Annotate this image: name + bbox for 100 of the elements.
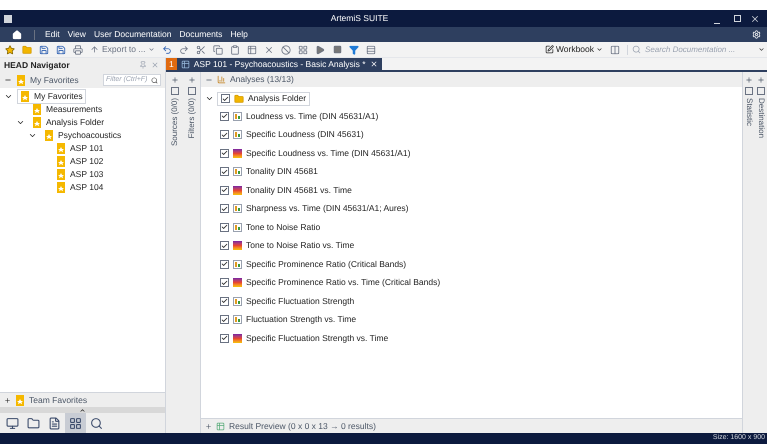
- tab-title: ASP 101 - Psychoacoustics - Basic Analysis *: [194, 58, 366, 70]
- pen-icon: [544, 45, 554, 54]
- grid-icon: [69, 416, 82, 430]
- menu-item[interactable]: Documents: [175, 28, 226, 41]
- add-icon[interactable]: [205, 422, 212, 430]
- expand-icon[interactable]: [79, 407, 86, 414]
- add-icon[interactable]: [745, 76, 753, 84]
- side-tab[interactable]: Sources (0/0): [168, 98, 180, 146]
- tree-item[interactable]: ASP 102: [53, 154, 106, 169]
- tab-number: 1: [166, 58, 177, 70]
- side-tab[interactable]: Statistic: [743, 98, 755, 126]
- tree-item[interactable]: ASP 104: [53, 180, 106, 195]
- add-icon[interactable]: [4, 396, 11, 404]
- favorite-folder-icon: [56, 156, 66, 167]
- analysis-item[interactable]: Fluctuation Strength vs. Time: [246, 313, 356, 326]
- analysis-item[interactable]: Specific Fluctuation Strength: [246, 294, 354, 308]
- caret-icon: [148, 46, 156, 53]
- analysis-item[interactable]: Loudness vs. Time (DIN 45631/A1): [246, 110, 378, 123]
- bar-chart-icon: [233, 167, 242, 176]
- analysis-item[interactable]: Specific Prominence Ratio (Critical Bands): [246, 258, 406, 271]
- checkbox[interactable]: [220, 241, 229, 250]
- spectrogram-icon: [233, 241, 242, 250]
- expander-icon[interactable]: [15, 118, 25, 127]
- analysis-item[interactable]: Tone to Noise Ratio vs. Time: [246, 239, 354, 252]
- checkbox[interactable]: [220, 315, 229, 324]
- menu-item[interactable]: Help: [226, 28, 252, 41]
- checkbox[interactable]: [220, 278, 229, 288]
- analysis-item[interactable]: Tonality DIN 45681 vs. Time: [246, 184, 352, 197]
- checkbox[interactable]: [220, 186, 229, 195]
- close-icon[interactable]: [370, 60, 378, 68]
- bar-chart-icon: [233, 296, 242, 306]
- analyses-title: Analyses (13/13): [230, 73, 294, 86]
- arrow-up-icon: [90, 45, 99, 54]
- analysis-item[interactable]: Specific Loudness (DIN 45631): [246, 128, 364, 142]
- analysis-item[interactable]: Tone to Noise Ratio: [246, 220, 320, 234]
- checkbox[interactable]: [220, 204, 229, 214]
- search-icon: [151, 76, 158, 84]
- document-tab[interactable]: 1 ASP 101 - Psychoacoustics - Basic Analysis *: [166, 58, 382, 70]
- analysis-item[interactable]: Tonality DIN 45681: [246, 165, 318, 178]
- expander-icon[interactable]: [3, 92, 13, 101]
- window-title: ArtemiS SUITE: [330, 12, 390, 25]
- search-icon: [632, 45, 641, 54]
- tree-item[interactable]: Analysis Folder: [217, 92, 310, 106]
- result-preview-label: Result Preview (0 x 0 x 13 → 0 results): [229, 420, 376, 432]
- tree-item[interactable]: ASP 101: [53, 141, 106, 156]
- bar-chart-icon: [233, 112, 242, 121]
- panel-icon: [170, 87, 178, 95]
- tree-item[interactable]: Psychoacoustics: [41, 128, 124, 143]
- favorites-label: My Favorites: [30, 74, 80, 86]
- menu-item[interactable]: User Documentation: [90, 28, 176, 41]
- checkbox[interactable]: [220, 167, 229, 176]
- close-icon: [750, 14, 760, 24]
- expander-icon[interactable]: [27, 131, 37, 140]
- navigator-tab[interactable]: [65, 413, 86, 433]
- add-icon[interactable]: [757, 76, 765, 84]
- menu-item[interactable]: Edit: [41, 28, 64, 41]
- add-icon[interactable]: [188, 76, 196, 84]
- checkbox[interactable]: [220, 148, 229, 158]
- checkbox[interactable]: [220, 260, 229, 269]
- analysis-item[interactable]: Specific Loudness vs. Time (DIN 45631/A1): [246, 146, 410, 160]
- document-icon: [48, 416, 61, 430]
- checkbox[interactable]: [220, 112, 229, 121]
- analysis-item[interactable]: Specific Prominence Ratio vs. Time (Critical Bands): [246, 276, 440, 290]
- tree-item[interactable]: Measurements: [29, 102, 106, 117]
- side-tab[interactable]: Filters (0/0): [186, 98, 198, 138]
- bar-chart-icon: [233, 204, 242, 214]
- spectrogram-icon: [233, 148, 242, 158]
- add-icon[interactable]: [170, 76, 178, 84]
- checkbox[interactable]: [220, 130, 229, 140]
- favorite-folder-icon: [15, 394, 25, 406]
- tree-item[interactable]: Analysis Folder: [29, 115, 108, 130]
- expander-icon[interactable]: [205, 94, 214, 103]
- checkbox[interactable]: [220, 296, 229, 306]
- favorite-folder-icon: [56, 143, 66, 154]
- tree-item[interactable]: My Favorites: [17, 89, 86, 104]
- checkbox[interactable]: [220, 222, 229, 232]
- monitor-icon: [6, 416, 19, 430]
- search-icon: [90, 416, 103, 430]
- favorite-folder-icon: [20, 91, 30, 102]
- bar-chart-icon: [217, 75, 226, 84]
- side-tab[interactable]: Destination: [755, 98, 767, 138]
- team-favorites-label: Team Favorites: [29, 394, 88, 406]
- dropdown-icon[interactable]: [758, 46, 765, 53]
- favorite-folder-icon: [32, 104, 42, 115]
- bar-chart-icon: [233, 260, 242, 269]
- tree-item[interactable]: ASP 103: [53, 167, 106, 182]
- panel-title: HEAD Navigator: [4, 58, 71, 72]
- spectrogram-icon: [233, 334, 242, 343]
- favorite-folder-icon: [32, 117, 42, 128]
- favorite-folder-icon: [44, 130, 54, 141]
- analysis-item[interactable]: Specific Fluctuation Strength vs. Time: [246, 332, 388, 345]
- export-button[interactable]: Export to ...: [87, 43, 158, 56]
- analysis-item[interactable]: Sharpness vs. Time (DIN 45631/A1; Aures): [246, 202, 409, 216]
- checkbox[interactable]: [221, 94, 230, 103]
- workbook-button[interactable]: Workbook: [542, 43, 606, 56]
- folder-icon: [234, 94, 244, 104]
- favorite-folder-icon: [56, 182, 66, 193]
- menu-item[interactable]: View: [64, 28, 90, 41]
- spectrogram-icon: [233, 186, 242, 195]
- checkbox[interactable]: [220, 334, 229, 343]
